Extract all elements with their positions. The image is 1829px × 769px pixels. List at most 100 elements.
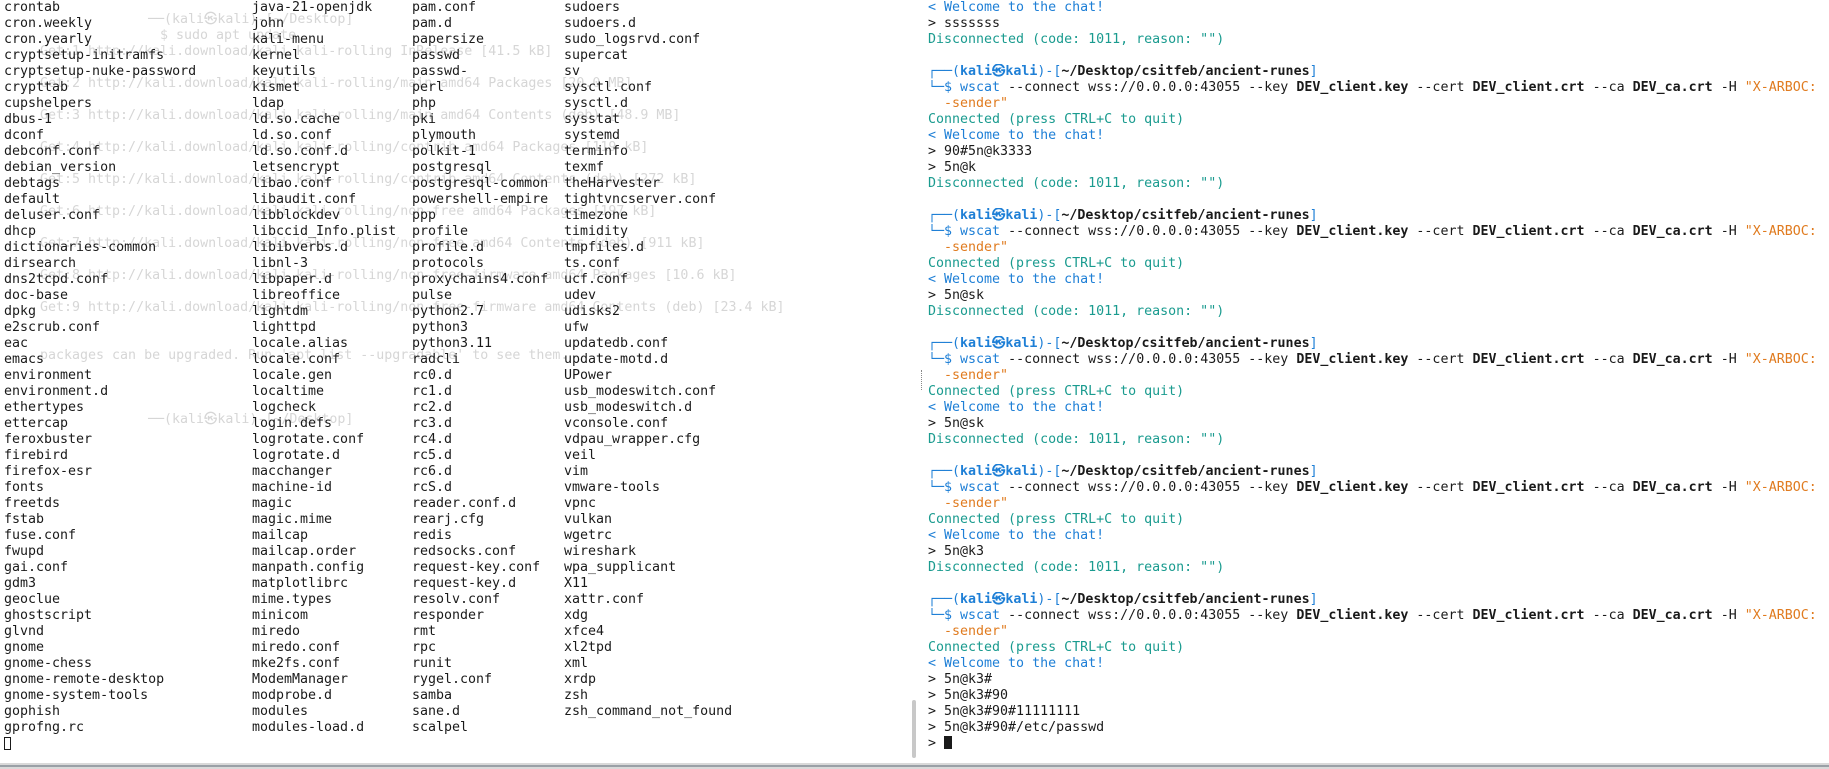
listing-entry: machine-id [252,480,333,495]
listing-entry: firefox-esr [4,464,93,479]
listing-entry: freetds [4,496,61,511]
listing-entry: responder [412,608,485,623]
horizontal-scrollbar[interactable] [0,763,1829,769]
listing-entry: tightvncserver.conf [564,192,717,207]
key-option: --key [1248,80,1289,95]
listing-entry: dns2tcpd.conf [4,272,109,287]
chat-input-line: > 5n@k3#90#11111111 [928,704,1081,719]
chat-input-line: > 5n@sk [928,288,985,303]
listing-entry: rmt [412,624,437,639]
chat-input-line: > 5n@k [928,160,977,175]
key-option: --key [1248,480,1289,495]
listing-entry: modules-load.d [252,720,365,735]
listing-entry: e2scrub.conf [4,320,101,335]
listing-entry: vim [564,464,589,479]
command-name: wscat [960,80,1001,95]
prompt-user: kali㉿kali [960,64,1038,79]
listing-entry: mke2fs.conf [252,656,341,671]
shell-prompt: ┌──(kali㉿kali)-[~/Desktop/csitfeb/ancien… [928,464,1828,480]
listing-entry: veil [564,448,597,463]
listing-entry: ld.so.conf [252,128,333,143]
active-input-line[interactable]: > [928,736,1828,752]
header-option: -H [1720,608,1737,623]
command-continuation: -sender" [928,496,1828,512]
ca-option: --ca [1592,608,1625,623]
listing-entry: cron.weekly [4,16,93,31]
listing-entry: cron.yearly [4,32,93,47]
listing-entry: lightdm [252,304,309,319]
connect-option: --connect [1008,352,1081,367]
shell-prompt: ┌──(kali㉿kali)-[~/Desktop/csitfeb/ancien… [928,208,1828,224]
cert-value: DEV_client.crt [1472,608,1585,623]
listing-entry: mime.types [252,592,333,607]
listing-entry: gdm3 [4,576,37,591]
shell-prompt: ┌──(kali㉿kali)-[~/Desktop/csitfeb/ancien… [928,592,1828,608]
key-option: --key [1248,608,1289,623]
listing-entry: ethertypes [4,400,85,415]
left-terminal-pane[interactable]: ──(kali㉿kali)-[~/Desktop] $ sudo apt upd… [0,0,909,763]
listing-entry: doc-base [4,288,69,303]
chat-input-line: > 5n@k3#90 [928,688,1009,703]
listing-entry: locale.conf [252,352,341,367]
pane-splitter-handle[interactable] [912,700,916,758]
header-option: -H [1720,224,1737,239]
left-terminal-cursor [4,737,11,750]
prompt-box-cmd: └─$ [928,224,961,239]
prompt-close: ] [1309,64,1318,79]
input-prompt: > [928,736,945,751]
listing-entry: pam.conf [412,0,477,15]
header-value-cont: -sender" [944,368,1009,383]
connect-option: --connect [1008,80,1081,95]
scrollbar-thumb[interactable] [0,765,1829,767]
listing-entry: python3.11 [412,336,493,351]
listing-entry: rc0.d [412,368,453,383]
prompt-mid: )-[ [1037,464,1062,479]
listing-entry: libnl-3 [252,256,309,271]
disconnected-message: Disconnected (code: 1011, reason: "") [928,304,1225,319]
command-line: └─$ wscat --connect wss://0.0.0.0:43055 … [928,80,1828,96]
key-value: DEV_client.key [1296,352,1409,367]
prompt-close: ] [1309,464,1318,479]
listing-entry: locale.alias [252,336,349,351]
prompt-box-cmd: └─$ [928,608,961,623]
listing-entry: php [412,96,437,111]
cert-value: DEV_client.crt [1472,352,1585,367]
disconnected-message: Disconnected (code: 1011, reason: "") [928,560,1225,575]
listing-entry: vconsole.conf [564,416,669,431]
listing-entry: keyutils [252,64,317,79]
listing-entry: pki [412,112,437,127]
listing-entry: pulse [412,288,453,303]
welcome-message: < Welcome to the chat! [928,528,1105,543]
listing-entry: terminfo [564,144,629,159]
listing-entry: cryptsetup-initramfs [4,48,165,63]
connect-option: --connect [1008,608,1081,623]
chat-input-line: > 5n@sk [928,416,985,431]
prompt-mid: )-[ [1037,592,1062,607]
ca-value: DEV_ca.crt [1632,352,1713,367]
prompt-close: ] [1309,336,1318,351]
command-name: wscat [960,480,1001,495]
ca-value: DEV_ca.crt [1632,80,1713,95]
ca-option: --ca [1592,80,1625,95]
command-name: wscat [960,352,1001,367]
listing-entry: tmpfiles.d [564,240,645,255]
connected-message: Connected (press CTRL+C to quit) [928,384,1185,399]
welcome-message: < Welcome to the chat! [928,656,1105,671]
listing-entry: runit [412,656,453,671]
listing-entry: logrotate.conf [252,432,365,447]
prompt-close: ] [1309,208,1318,223]
prompt-path: ~/Desktop/csitfeb/ancient-runes [1061,592,1310,607]
command-continuation: -sender" [928,624,1828,640]
header-value: "X-ARBOC: [1744,224,1817,239]
listing-entry: magic [252,496,293,511]
key-value: DEV_client.key [1296,480,1409,495]
listing-entry: postgresql [412,160,493,175]
listing-entry: cryptsetup-nuke-password [4,64,197,79]
listing-entry: profile [412,224,469,239]
listing-entry: X11 [564,576,589,591]
listing-entry: dictionaries-common [4,240,157,255]
listing-entry: wireshark [564,544,637,559]
welcome-message: < Welcome to the chat! [928,272,1105,287]
header-option: -H [1720,352,1737,367]
right-terminal-pane[interactable]: < Welcome to the chat! > sssssss Disconn… [922,0,1829,763]
